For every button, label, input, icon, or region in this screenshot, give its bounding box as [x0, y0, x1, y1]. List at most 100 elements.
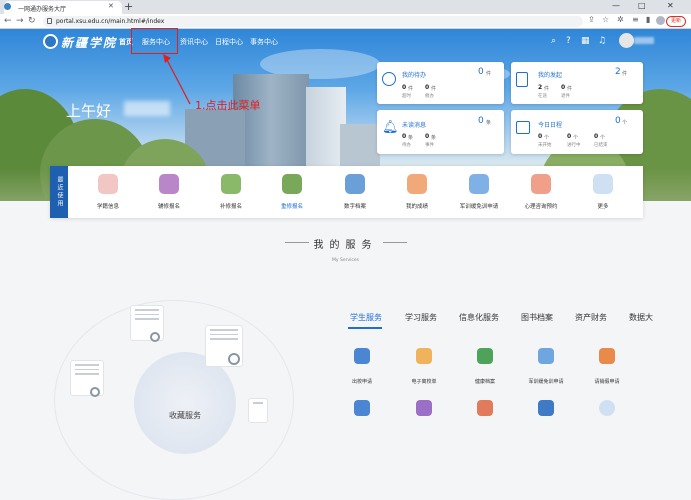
e-leave-form-icon[interactable]: [416, 348, 432, 364]
todo-stat-unit: 件: [408, 86, 414, 92]
update-button[interactable]: 更新: [666, 16, 686, 27]
reading-list-icon[interactable]: ≡: [632, 15, 639, 24]
military-training-icon[interactable]: [538, 348, 554, 364]
magnifier-icon: [150, 332, 160, 342]
collect-circle[interactable]: [134, 352, 236, 454]
minimize-button[interactable]: —: [612, 1, 620, 10]
collect-label[interactable]: 收藏服务: [134, 410, 236, 421]
minor-signup-icon[interactable]: [159, 174, 179, 194]
grid-icon[interactable]: ▦: [581, 36, 590, 46]
service-e-leave-form[interactable]: 电子离校单: [394, 378, 454, 385]
tab-title: 一网通办服务大厅: [18, 6, 67, 13]
service-health-record[interactable]: 健康档案: [455, 378, 515, 385]
tab-student-services[interactable]: 学生服务: [350, 312, 382, 323]
services-subtitle: My Services: [332, 258, 359, 263]
nav-news-center[interactable]: 资讯中心: [180, 37, 208, 47]
exit-application-icon[interactable]: [354, 348, 370, 364]
browser-tab[interactable]: 一网通办服务大厅: [4, 1, 122, 14]
document-illustration: [248, 398, 268, 423]
recent-item-my-grades[interactable]: 我的成绩: [387, 202, 447, 210]
service-icon[interactable]: [477, 400, 493, 416]
reload-icon[interactable]: ↻: [28, 14, 36, 29]
schedule-stat-unit: 个: [544, 135, 550, 141]
service-military-training[interactable]: 军训缓免训申请: [516, 378, 576, 385]
schedule-stat-label: 已结束: [594, 143, 608, 148]
service-icon[interactable]: [538, 400, 554, 416]
forward-icon[interactable]: →: [16, 14, 24, 29]
health-record-icon[interactable]: [477, 348, 493, 364]
service-exit-application[interactable]: 出校申请: [332, 378, 392, 385]
more-icon[interactable]: [593, 174, 613, 194]
apply-stat-num: 0: [561, 84, 566, 91]
tab-data[interactable]: 数据大: [629, 312, 653, 323]
tab-it-services[interactable]: 信息化服务: [459, 312, 499, 323]
search-icon[interactable]: ⌕: [551, 36, 556, 46]
logo-emblem-icon[interactable]: [43, 34, 58, 49]
recent-item-retake-signup[interactable]: 重修报名: [262, 202, 322, 210]
bell-icon: 🔔︎: [382, 120, 399, 135]
recent-item-makeup-signup[interactable]: 补修报名: [201, 202, 261, 210]
recent-item-more[interactable]: 更多: [573, 202, 633, 210]
digital-archive-icon[interactable]: [345, 174, 365, 194]
recent-item-military-training[interactable]: 军训缓免训申请: [449, 202, 509, 210]
recent-item-counseling[interactable]: 心理咨询预约: [511, 202, 571, 210]
share-icon[interactable]: ⇪: [588, 15, 595, 24]
nav-schedule-center[interactable]: 日程中心: [215, 37, 243, 47]
annotation-text: 1.点击此菜单: [195, 99, 261, 112]
makeup-signup-icon[interactable]: [221, 174, 241, 194]
recent-item-student-info[interactable]: 学籍信息: [78, 202, 138, 210]
tab-library-archive[interactable]: 图书档案: [521, 312, 553, 323]
messages-stat-num: 0: [402, 133, 407, 140]
lock-icon: [47, 18, 52, 24]
schedule-count: 0: [615, 116, 621, 126]
nav-affairs-center[interactable]: 事务中心: [250, 37, 278, 47]
apply-card[interactable]: [511, 62, 643, 104]
back-icon[interactable]: ←: [4, 14, 12, 29]
favicon-icon: [4, 3, 11, 10]
recent-item-minor-signup[interactable]: 辅修报名: [139, 202, 199, 210]
counseling-icon[interactable]: [531, 174, 551, 194]
retake-signup-icon[interactable]: [282, 174, 302, 194]
address-bar[interactable]: portal.xsu.edu.cn/main.html#/index: [43, 16, 583, 27]
messages-unit: 条: [486, 120, 492, 126]
recent-item-digital-archive[interactable]: 数字档案: [325, 202, 385, 210]
schedule-stat-unit: 个: [600, 135, 606, 141]
apply-count: 2: [615, 67, 621, 77]
service-icon[interactable]: [354, 400, 370, 416]
messages-stat-num: 0: [425, 133, 430, 140]
leave-request-icon[interactable]: [599, 348, 615, 364]
tab-close-icon[interactable]: ✕: [108, 2, 114, 10]
todo-stat-num: 0: [425, 84, 430, 91]
bookmark-star-icon[interactable]: ☆: [602, 15, 609, 24]
tab-asset-finance[interactable]: 资产财务: [575, 312, 607, 323]
clock-icon: [382, 72, 396, 86]
sidebar-icon[interactable]: ▮: [646, 15, 650, 24]
tab-study-services[interactable]: 学习服务: [405, 312, 437, 323]
todo-title: 我的待办: [402, 72, 427, 79]
active-tab-underline: [348, 327, 382, 329]
extensions-icon[interactable]: ✲: [617, 15, 624, 24]
military-training-icon[interactable]: [469, 174, 489, 194]
avatar[interactable]: [619, 33, 634, 48]
todo-stat-unit: 件: [431, 86, 437, 92]
profile-icon[interactable]: [656, 16, 665, 25]
messages-stat-unit: 条: [408, 135, 414, 141]
my-grades-icon[interactable]: [407, 174, 427, 194]
schedule-stat-label: 进行中: [567, 143, 581, 148]
service-leave-request[interactable]: 请销假申请: [577, 378, 637, 385]
apply-stat-unit: 件: [544, 86, 550, 92]
close-window-button[interactable]: ✕: [667, 1, 674, 10]
service-icon[interactable]: [416, 400, 432, 416]
maximize-button[interactable]: □: [638, 1, 646, 10]
bell-icon[interactable]: ♫: [598, 36, 606, 46]
schedule-stat-unit: 个: [573, 135, 579, 141]
service-icon[interactable]: [599, 400, 615, 416]
student-info-icon[interactable]: [98, 174, 118, 194]
help-icon[interactable]: ?: [566, 36, 571, 46]
document-icon: [516, 72, 528, 87]
logo-text[interactable]: 新疆学院: [61, 34, 117, 51]
todo-card[interactable]: [377, 62, 504, 104]
new-tab-button[interactable]: +: [124, 0, 133, 13]
schedule-stat-num: 0: [594, 133, 599, 140]
messages-stat-label: 待办: [402, 143, 411, 148]
